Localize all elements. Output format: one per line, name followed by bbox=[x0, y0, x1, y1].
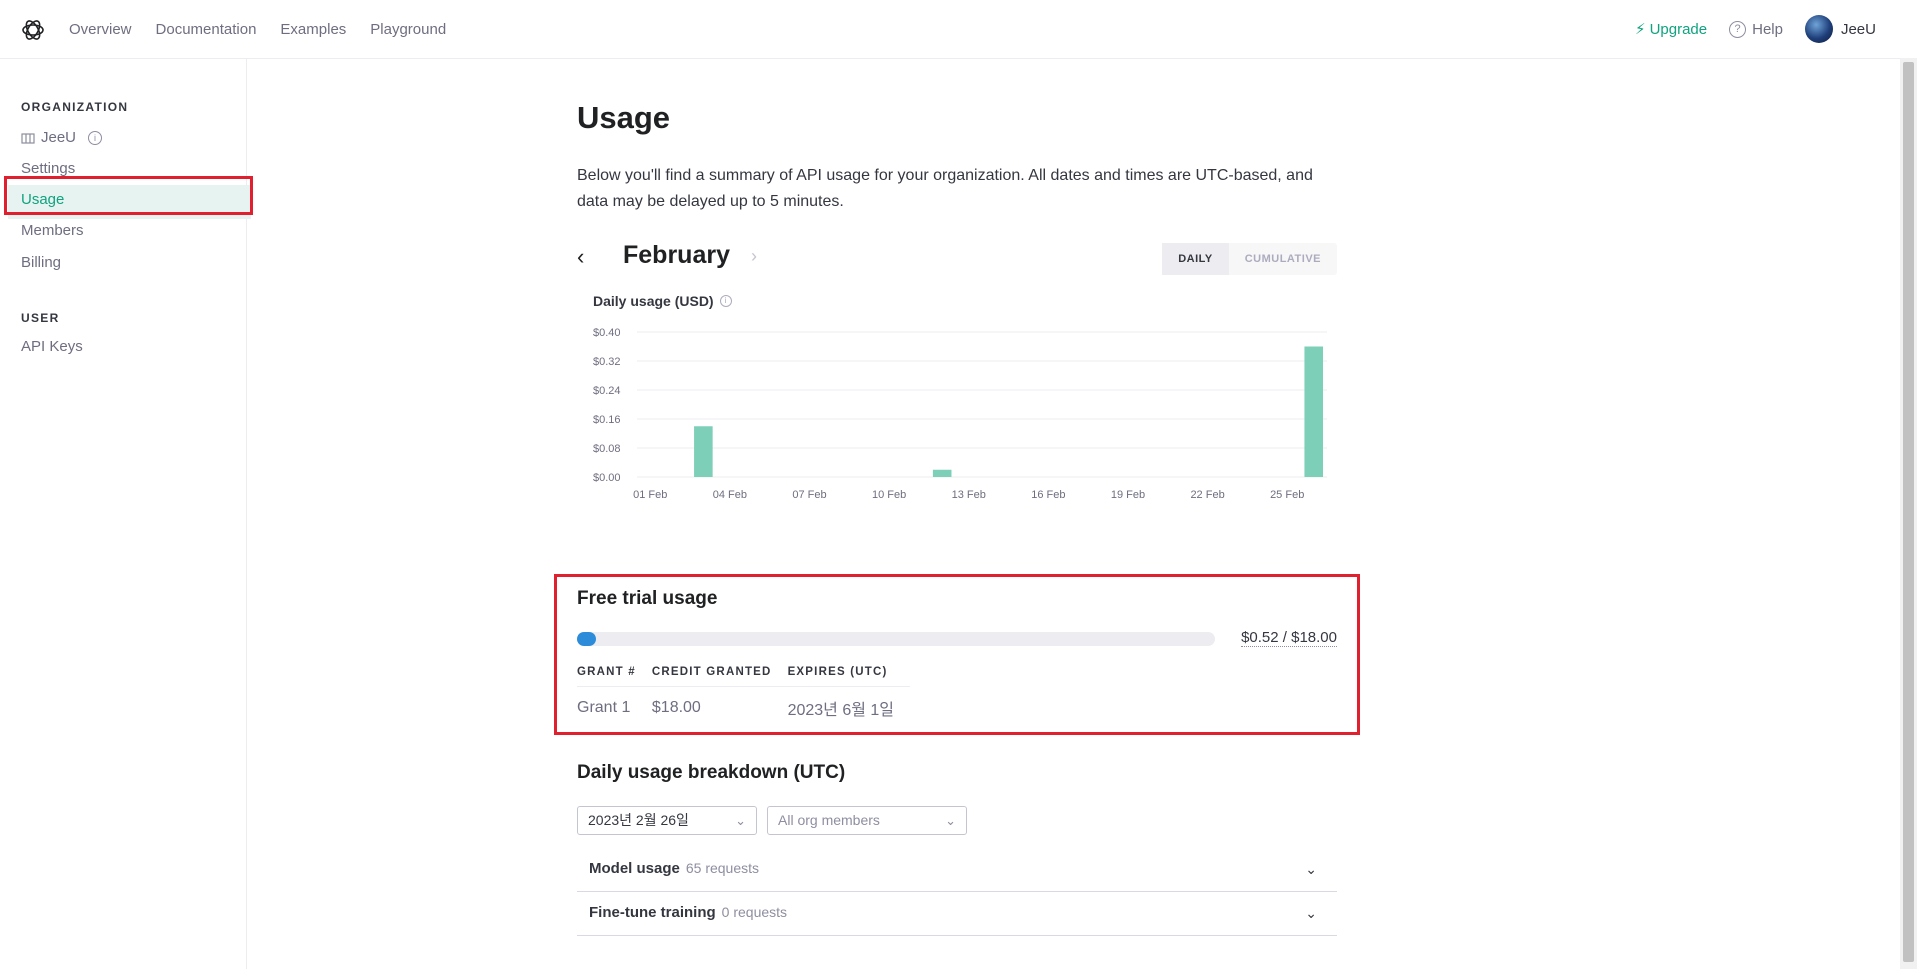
chevron-down-icon: ⌄ bbox=[945, 813, 956, 828]
view-toggle: DAILY CUMULATIVE bbox=[1162, 243, 1337, 275]
scrollbar-thumb[interactable] bbox=[1903, 62, 1914, 962]
month-title: February bbox=[623, 241, 730, 269]
breakdown-title: Daily usage breakdown (UTC) bbox=[577, 762, 846, 783]
x-tick-label: 16 Feb bbox=[1031, 489, 1065, 501]
sidebar-item-settings[interactable]: Settings bbox=[21, 160, 75, 177]
x-tick-label: 22 Feb bbox=[1190, 489, 1224, 501]
chevron-down-icon: ⌄ bbox=[1305, 861, 1317, 877]
chevron-left-icon[interactable]: ‹ bbox=[577, 244, 584, 270]
user-name: JeeU bbox=[1840, 20, 1876, 38]
help-link[interactable]: ? Help bbox=[1729, 20, 1783, 38]
date-select-value: 2023년 2월 26일 bbox=[588, 812, 689, 828]
help-label: Help bbox=[1752, 20, 1783, 38]
request-count: 65 requests bbox=[685, 860, 760, 876]
accordion-fine-tune-training[interactable]: Fine-tune training 0 requests ⌄ bbox=[577, 892, 1337, 936]
org-heading: ORGANIZATION bbox=[21, 100, 129, 114]
accordion-title: Model usage 65 requests bbox=[589, 860, 759, 877]
chevron-down-icon: ⌄ bbox=[1305, 905, 1317, 921]
y-tick-label: $0.24 bbox=[593, 385, 621, 397]
bar[interactable] bbox=[932, 469, 952, 477]
page-title: Usage bbox=[577, 100, 671, 135]
avatar bbox=[1804, 15, 1833, 43]
chevron-right-icon[interactable]: › bbox=[751, 246, 757, 267]
info-icon[interactable]: i bbox=[88, 130, 103, 145]
scrollbar[interactable] bbox=[1900, 58, 1917, 969]
info-icon[interactable]: i bbox=[719, 295, 732, 307]
chevron-down-icon: ⌄ bbox=[735, 813, 746, 828]
top-navigation: Overview Documentation Examples Playgrou… bbox=[0, 0, 1900, 59]
accordion-model-usage[interactable]: Model usage 65 requests ⌄ bbox=[577, 848, 1337, 892]
request-count: 0 requests bbox=[721, 904, 788, 920]
highlight-box-free-trial bbox=[554, 574, 1360, 735]
chart-title: Daily usage (USD) i bbox=[593, 293, 732, 309]
member-select-value: All org members bbox=[778, 812, 880, 828]
date-select[interactable]: 2023년 2월 26일 ⌄ bbox=[577, 806, 757, 835]
sidebar-item-api-keys[interactable]: API Keys bbox=[21, 338, 83, 355]
nav-playground[interactable]: Playground bbox=[370, 21, 446, 38]
nav-examples[interactable]: Examples bbox=[280, 21, 346, 38]
bar[interactable] bbox=[1304, 346, 1324, 478]
toggle-cumulative[interactable]: CUMULATIVE bbox=[1229, 243, 1337, 275]
y-tick-label: $0.32 bbox=[593, 356, 621, 368]
sidebar-item-members[interactable]: Members bbox=[21, 222, 84, 239]
intro-text: Below you'll find a summary of API usage… bbox=[577, 167, 1313, 210]
openai-logo-icon[interactable] bbox=[20, 17, 46, 43]
question-circle-icon: ? bbox=[1729, 20, 1747, 38]
daily-usage-chart: $0.40 $0.32 $0.24 $0.16 $0.08 $0.00 01 Feb 04 F… bbox=[593, 327, 1327, 501]
org-name: JeeU bbox=[41, 129, 77, 146]
bar[interactable] bbox=[694, 426, 713, 477]
y-tick-label: $0.16 bbox=[593, 414, 621, 426]
x-tick-label: 10 Feb bbox=[872, 489, 906, 501]
highlight-box-usage bbox=[4, 176, 253, 215]
building-icon bbox=[21, 132, 35, 144]
x-tick-label: 07 Feb bbox=[792, 489, 826, 501]
y-tick-label: $0.40 bbox=[593, 327, 621, 339]
y-tick-label: $0.00 bbox=[593, 472, 621, 484]
upgrade-link[interactable]: ⚡ Upgrade bbox=[1635, 20, 1708, 39]
section-name: Fine-tune training bbox=[589, 904, 716, 921]
x-tick-label: 25 Feb bbox=[1270, 489, 1304, 501]
x-tick-label: 13 Feb bbox=[952, 489, 986, 501]
x-tick-label: 19 Feb bbox=[1111, 489, 1145, 501]
nav-documentation[interactable]: Documentation bbox=[156, 21, 257, 38]
upgrade-label: Upgrade bbox=[1649, 20, 1708, 38]
section-name: Model usage bbox=[589, 860, 680, 877]
user-menu[interactable]: JeeU bbox=[1804, 15, 1876, 43]
y-tick-label: $0.08 bbox=[593, 443, 621, 455]
user-heading: USER bbox=[21, 311, 60, 325]
chart-title-label: Daily usage (USD) bbox=[593, 293, 714, 309]
toggle-daily[interactable]: DAILY bbox=[1162, 243, 1229, 275]
lightning-icon: ⚡ bbox=[1635, 21, 1646, 38]
org-switcher[interactable]: JeeU i bbox=[21, 129, 103, 146]
member-select[interactable]: All org members ⌄ bbox=[767, 806, 967, 835]
x-tick-label: 01 Feb bbox=[633, 489, 667, 501]
sidebar-item-billing[interactable]: Billing bbox=[21, 254, 61, 271]
x-tick-label: 04 Feb bbox=[713, 489, 747, 501]
accordion-title: Fine-tune training 0 requests bbox=[589, 904, 787, 921]
nav-overview[interactable]: Overview bbox=[69, 21, 132, 38]
